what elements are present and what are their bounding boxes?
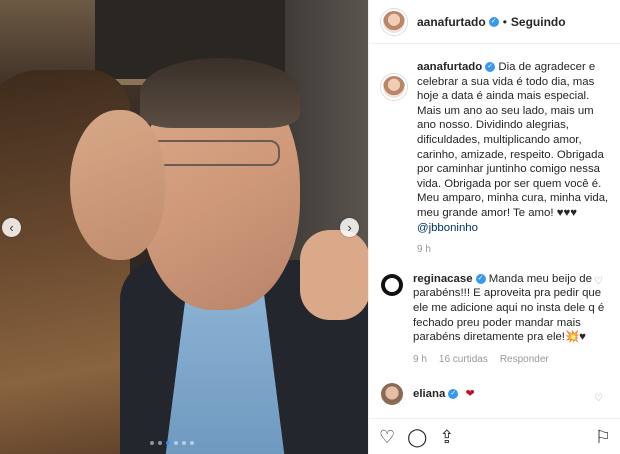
photo-woman-arm [300, 230, 368, 320]
heart-icon[interactable]: ♡ [379, 428, 395, 446]
comment-time[interactable]: 9 h [413, 353, 427, 368]
verified-badge-icon: ✓ [448, 389, 459, 400]
author-avatar[interactable] [381, 8, 407, 35]
caption-meta: 9 h [417, 243, 611, 258]
header-separator: • [502, 14, 507, 29]
caption-text: Dia de agradecer e celebrar a sua vida é… [417, 61, 609, 219]
caption-mention[interactable]: @jbboninho [417, 222, 478, 234]
carousel-dot [182, 441, 186, 445]
photo-woman-face [70, 110, 165, 260]
comments-list[interactable]: aanafurtado ✓ Dia de agradecer e celebrar… [369, 52, 620, 412]
post-photo[interactable]: ‹ › [0, 0, 368, 454]
comment-meta: 9 h 16 curtidas Responder [413, 353, 609, 368]
verified-badge-icon: ✓ [488, 16, 499, 27]
comment-avatar[interactable] [381, 383, 403, 406]
comment-text: ❤ [465, 388, 475, 401]
instagram-post: ‹ › aanafurtado ✓ • Seguindo aanafurtado… [0, 0, 620, 454]
carousel-dot [190, 441, 194, 445]
comment-likes[interactable]: 16 curtidas [439, 353, 488, 368]
comment-item: eliana ✓ ❤ ♡ [369, 383, 620, 406]
comment-item: reginacase ✓ Manda meu beijo de parabéns!… [369, 272, 620, 368]
carousel-prev-button[interactable]: ‹ [2, 218, 21, 237]
comment-username[interactable]: eliana [413, 388, 445, 400]
carousel-dot [150, 441, 154, 445]
bookmark-icon[interactable]: ⚐ [595, 428, 611, 446]
share-icon[interactable]: ⇪ [439, 428, 454, 446]
verified-badge-icon: ✓ [485, 61, 496, 72]
carousel-dot-active [166, 441, 170, 445]
caption-username[interactable]: aanafurtado [417, 61, 482, 73]
comment-body: reginacase ✓ Manda meu beijo de parabéns!… [413, 272, 609, 368]
carousel-indicator [150, 441, 194, 445]
comment-avatar[interactable] [381, 273, 403, 296]
chevron-right-icon: › [347, 220, 352, 235]
carousel-next-button[interactable]: › [340, 218, 359, 237]
caption: aanafurtado ✓ Dia de agradecer e celebrar… [369, 52, 620, 258]
comment-like-heart-icon[interactable]: ♡ [594, 276, 603, 287]
comment-username[interactable]: reginacase [413, 273, 473, 285]
chevron-left-icon: ‹ [9, 220, 14, 235]
caption-avatar[interactable] [381, 74, 407, 100]
post-header: aanafurtado ✓ • Seguindo [369, 0, 620, 44]
caption-body: aanafurtado ✓ Dia de agradecer e celebrar… [417, 60, 611, 258]
photo-man-hair [140, 58, 300, 128]
post-sidebar: aanafurtado ✓ • Seguindo aanafurtado ✓ Di… [368, 0, 620, 454]
following-button[interactable]: Seguindo [511, 15, 566, 29]
post-actions: ♡ ◯ ⇪ ⚐ [369, 418, 620, 454]
comment-icon[interactable]: ◯ [407, 428, 427, 446]
carousel-dot [158, 441, 162, 445]
comment-like-heart-icon[interactable]: ♡ [594, 393, 603, 404]
verified-badge-icon: ✓ [475, 273, 486, 284]
comment-body: eliana ✓ ❤ [413, 383, 609, 405]
carousel-dot [174, 441, 178, 445]
caption-time[interactable]: 9 h [417, 243, 431, 258]
reply-button[interactable]: Responder [500, 353, 549, 368]
author-username[interactable]: aanafurtado [417, 15, 486, 29]
